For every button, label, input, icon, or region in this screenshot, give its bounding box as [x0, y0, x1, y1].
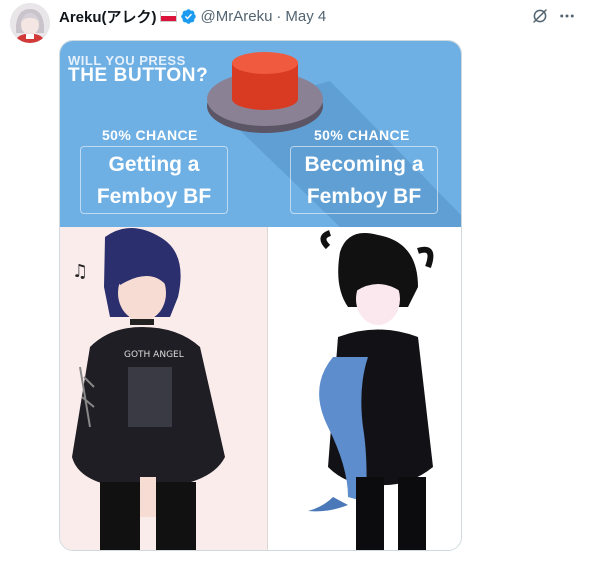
left-option-box: Getting a Femboy BF	[80, 146, 228, 214]
avatar[interactable]	[10, 3, 50, 43]
left-option-line-1: Getting a	[108, 153, 200, 176]
question-line-2: THE BUTTON?	[68, 65, 209, 86]
more-icon[interactable]	[557, 6, 577, 26]
meme-banner: WILL YOU PRESS THE BUTTON? 50% CHANCE 50…	[60, 41, 461, 227]
right-character-illustration	[268, 227, 461, 550]
left-option-line-2: Femboy BF	[96, 185, 212, 208]
tweet-header: Areku(アレク) @MrAreku · May 4	[59, 6, 326, 26]
tweet-media-image[interactable]: WILL YOU PRESS THE BUTTON? 50% CHANCE 50…	[59, 40, 462, 551]
separator-dot: ·	[276, 7, 282, 25]
tweet-date[interactable]: May 4	[285, 8, 326, 25]
left-chance-label: 50% CHANCE	[102, 127, 198, 143]
verified-badge-icon	[180, 8, 196, 24]
left-character-illustration: ♫ GOTH ANGEL	[60, 227, 268, 550]
poland-flag-icon	[159, 10, 177, 22]
right-option-line-1: Becoming a	[304, 153, 424, 176]
svg-text:♫: ♫	[72, 261, 88, 282]
right-option-line-2: Femboy BF	[306, 185, 422, 208]
author-handle[interactable]: @MrAreku	[201, 8, 273, 25]
author-name[interactable]: Areku(アレク)	[59, 6, 157, 27]
right-option-box: Becoming a Femboy BF	[290, 146, 438, 214]
grok-icon[interactable]	[530, 6, 550, 26]
right-chance-label: 50% CHANCE	[314, 127, 410, 143]
svg-text:GOTH ANGEL: GOTH ANGEL	[124, 350, 184, 360]
tweet: Areku(アレク) @MrAreku · May 4 WILL YOU PRE…	[0, 0, 595, 567]
